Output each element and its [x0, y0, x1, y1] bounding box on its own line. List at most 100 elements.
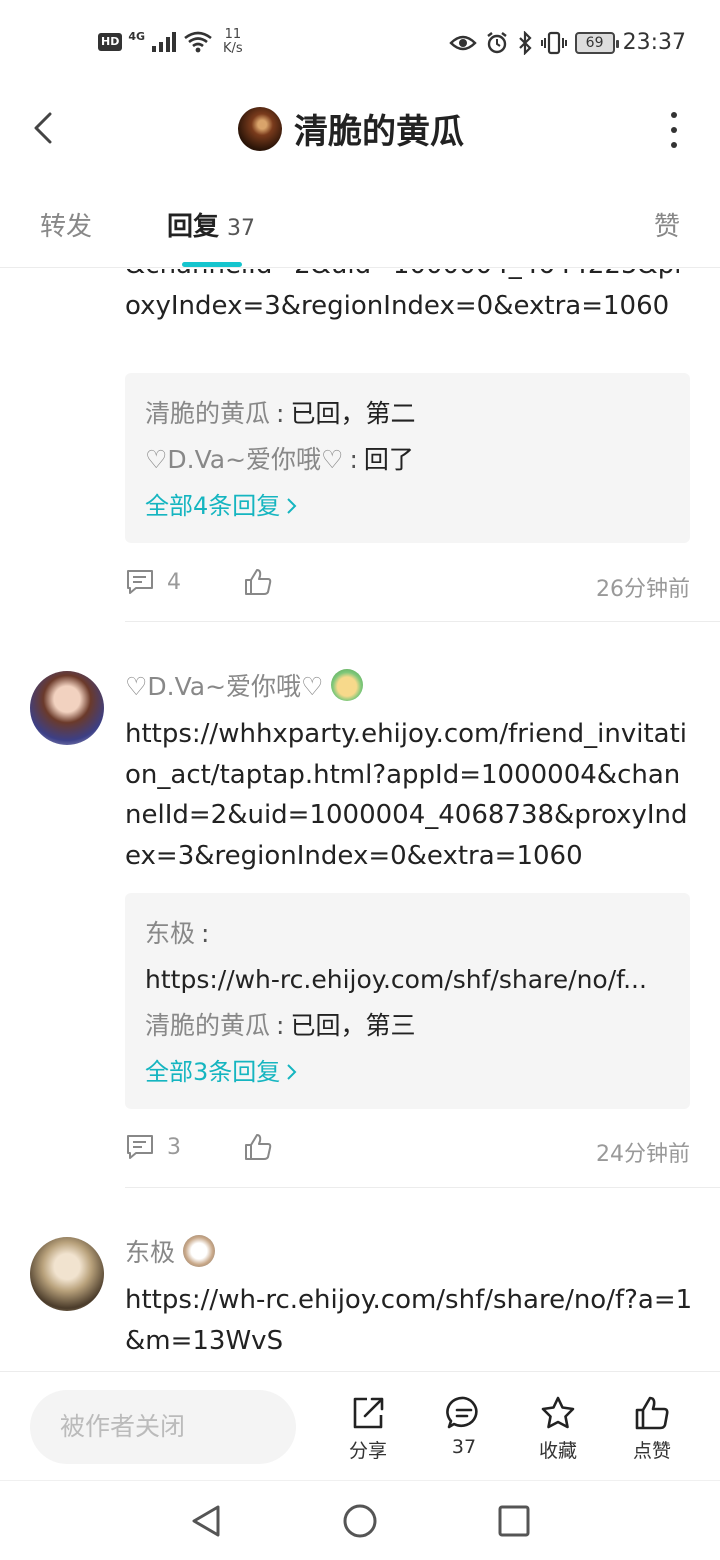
more-dot-icon [671, 127, 677, 133]
view-all-replies-link[interactable]: 全部4条回复 [145, 483, 670, 529]
nav-home-button[interactable] [340, 1501, 380, 1541]
avatar[interactable] [30, 671, 104, 745]
chevron-right-icon [287, 498, 297, 514]
sub-reply-author[interactable]: 东极 [145, 919, 195, 948]
eye-icon [448, 35, 477, 50]
comment-count: 3 [167, 1134, 181, 1160]
status-bar: HD 4G 11 K/s 69 23:37 [0, 0, 720, 90]
sub-reply-text: 已回，第二 [290, 399, 416, 428]
tab-reply[interactable]: 回复 37 [167, 206, 255, 243]
page-title: 清脆的黄瓜 [294, 112, 464, 152]
title-group[interactable]: 清脆的黄瓜 [238, 104, 464, 153]
view-all-replies-link[interactable]: 全部3条回复 [145, 1049, 670, 1095]
signal-icon [152, 32, 177, 52]
view-all-replies-label: 全部3条回复 [145, 1058, 281, 1086]
wifi-icon [184, 31, 212, 53]
chevron-left-icon [34, 112, 52, 144]
reply-actions: 3 24分钟前 [125, 1132, 690, 1172]
tab-bar: 转发 回复 37 赞 [0, 190, 720, 268]
reply-list[interactable]: &channelId=2&uid=1000004_4644225&proxyIn… [0, 269, 720, 1371]
like-label: 点赞 [632, 1440, 671, 1462]
status-left: HD 4G 11 K/s [98, 28, 243, 56]
sub-reply-continued[interactable]: https://wh-rc.ehijoy.com/shf/share/no/f.… [145, 957, 670, 1003]
comment-bubble-icon [446, 1396, 478, 1429]
nav-back-button[interactable] [186, 1501, 226, 1541]
sub-reply[interactable]: ♡D.Va~爱你哦♡: 回了 [145, 437, 670, 483]
divider [125, 621, 720, 622]
back-button[interactable] [24, 108, 64, 148]
sub-reply-box[interactable]: 清脆的黄瓜: 已回，第二 ♡D.Va~爱你哦♡: 回了 全部4条回复 [125, 373, 690, 543]
nav-recents-button[interactable] [494, 1501, 534, 1541]
sub-reply-text: 已回，第三 [290, 1011, 416, 1040]
like-post-button[interactable]: 点赞 [612, 1394, 692, 1463]
triangle-back-icon [192, 1505, 220, 1537]
sub-reply-text: 回了 [363, 445, 414, 474]
tab-like[interactable]: 赞 [654, 206, 680, 243]
sub-reply[interactable]: 清脆的黄瓜: 已回，第三 [145, 1003, 670, 1049]
sub-reply-author[interactable]: 清脆的黄瓜 [145, 399, 270, 428]
reply-author-name: 东极 [125, 1238, 176, 1267]
title-bar: 清脆的黄瓜 [0, 90, 720, 166]
status-right: 69 23:37 [448, 30, 686, 55]
comment-input-disabled: 被作者关闭 [30, 1390, 296, 1464]
thumbs-up-icon [245, 1134, 272, 1160]
like-button[interactable] [243, 1132, 273, 1166]
reply-text[interactable]: https://whhxparty.ehijoy.com/friend_invi… [125, 714, 695, 876]
reply-author-name: ♡D.Va~爱你哦♡ [125, 672, 324, 701]
tab-reply-count: 37 [227, 216, 256, 241]
reply-time: 26分钟前 [596, 577, 690, 602]
more-dot-icon [671, 142, 677, 148]
tab-repost[interactable]: 转发 [40, 206, 92, 243]
reply-time: 24分钟前 [596, 1142, 690, 1167]
reply-actions: 4 26分钟前 [125, 567, 690, 607]
square-recents-icon [498, 1505, 530, 1537]
share-label: 分享 [348, 1440, 387, 1462]
sub-reply-author[interactable]: 清脆的黄瓜 [145, 1011, 270, 1040]
comments-button[interactable]: 37 [424, 1394, 504, 1458]
like-button[interactable] [243, 567, 273, 601]
comment-count: 4 [167, 569, 181, 595]
tab-reply-label: 回复 [167, 212, 220, 242]
user-badge-icon [331, 669, 364, 701]
reply-text[interactable]: https://wh-rc.ehijoy.com/shf/share/no/f?… [125, 1280, 695, 1361]
network-type: 4G [128, 29, 146, 43]
sub-reply[interactable]: 东极: [145, 911, 670, 957]
hd-badge: HD [98, 33, 123, 51]
share-button[interactable]: 分享 [328, 1394, 408, 1463]
comment-button[interactable]: 4 [125, 567, 181, 597]
sub-reply-author[interactable]: ♡D.Va~爱你哦♡ [145, 445, 343, 474]
reply-author[interactable]: ♡D.Va~爱你哦♡ [125, 667, 364, 703]
collect-button[interactable]: 收藏 [518, 1394, 598, 1463]
more-options-button[interactable] [666, 112, 682, 148]
share-icon [353, 1397, 384, 1429]
alarm-icon [486, 31, 507, 53]
view-all-replies-label: 全部4条回复 [145, 492, 281, 520]
tab-indicator [182, 262, 242, 267]
avatar[interactable] [30, 1237, 104, 1311]
star-icon [541, 1396, 575, 1429]
bottom-action-bar: 被作者关闭 分享 37 收藏 点赞 [0, 1371, 720, 1479]
reply-author[interactable]: 东极 [125, 1233, 216, 1269]
network-speed: 11 K/s [223, 28, 243, 56]
speed-unit: K/s [223, 41, 243, 56]
more-dot-icon [671, 112, 677, 118]
author-avatar[interactable] [238, 106, 282, 151]
comment-button[interactable]: 3 [125, 1132, 181, 1162]
sub-reply[interactable]: 清脆的黄瓜: 已回，第二 [145, 391, 670, 437]
vibrate-icon [540, 31, 567, 54]
bluetooth-icon [518, 30, 532, 55]
battery-indicator: 69 [574, 31, 619, 54]
clock: 23:37 [622, 30, 686, 55]
chevron-right-icon [287, 1064, 297, 1080]
sub-reply-text: https://wh-rc.ehijoy.com/shf/share/no/f.… [145, 965, 647, 994]
circle-home-icon [343, 1504, 377, 1538]
reply-text[interactable]: &channelId=2&uid=1000004_4644225&proxyIn… [125, 269, 695, 326]
system-nav-bar [0, 1480, 720, 1560]
thumbs-up-icon [245, 569, 272, 595]
thumbs-up-icon [635, 1396, 669, 1430]
comment-icon [127, 1135, 153, 1159]
collect-label: 收藏 [538, 1440, 577, 1462]
sub-reply-box[interactable]: 东极: https://wh-rc.ehijoy.com/shf/share/n… [125, 893, 690, 1109]
comments-count: 37 [451, 1436, 477, 1458]
comment-icon [127, 570, 153, 594]
